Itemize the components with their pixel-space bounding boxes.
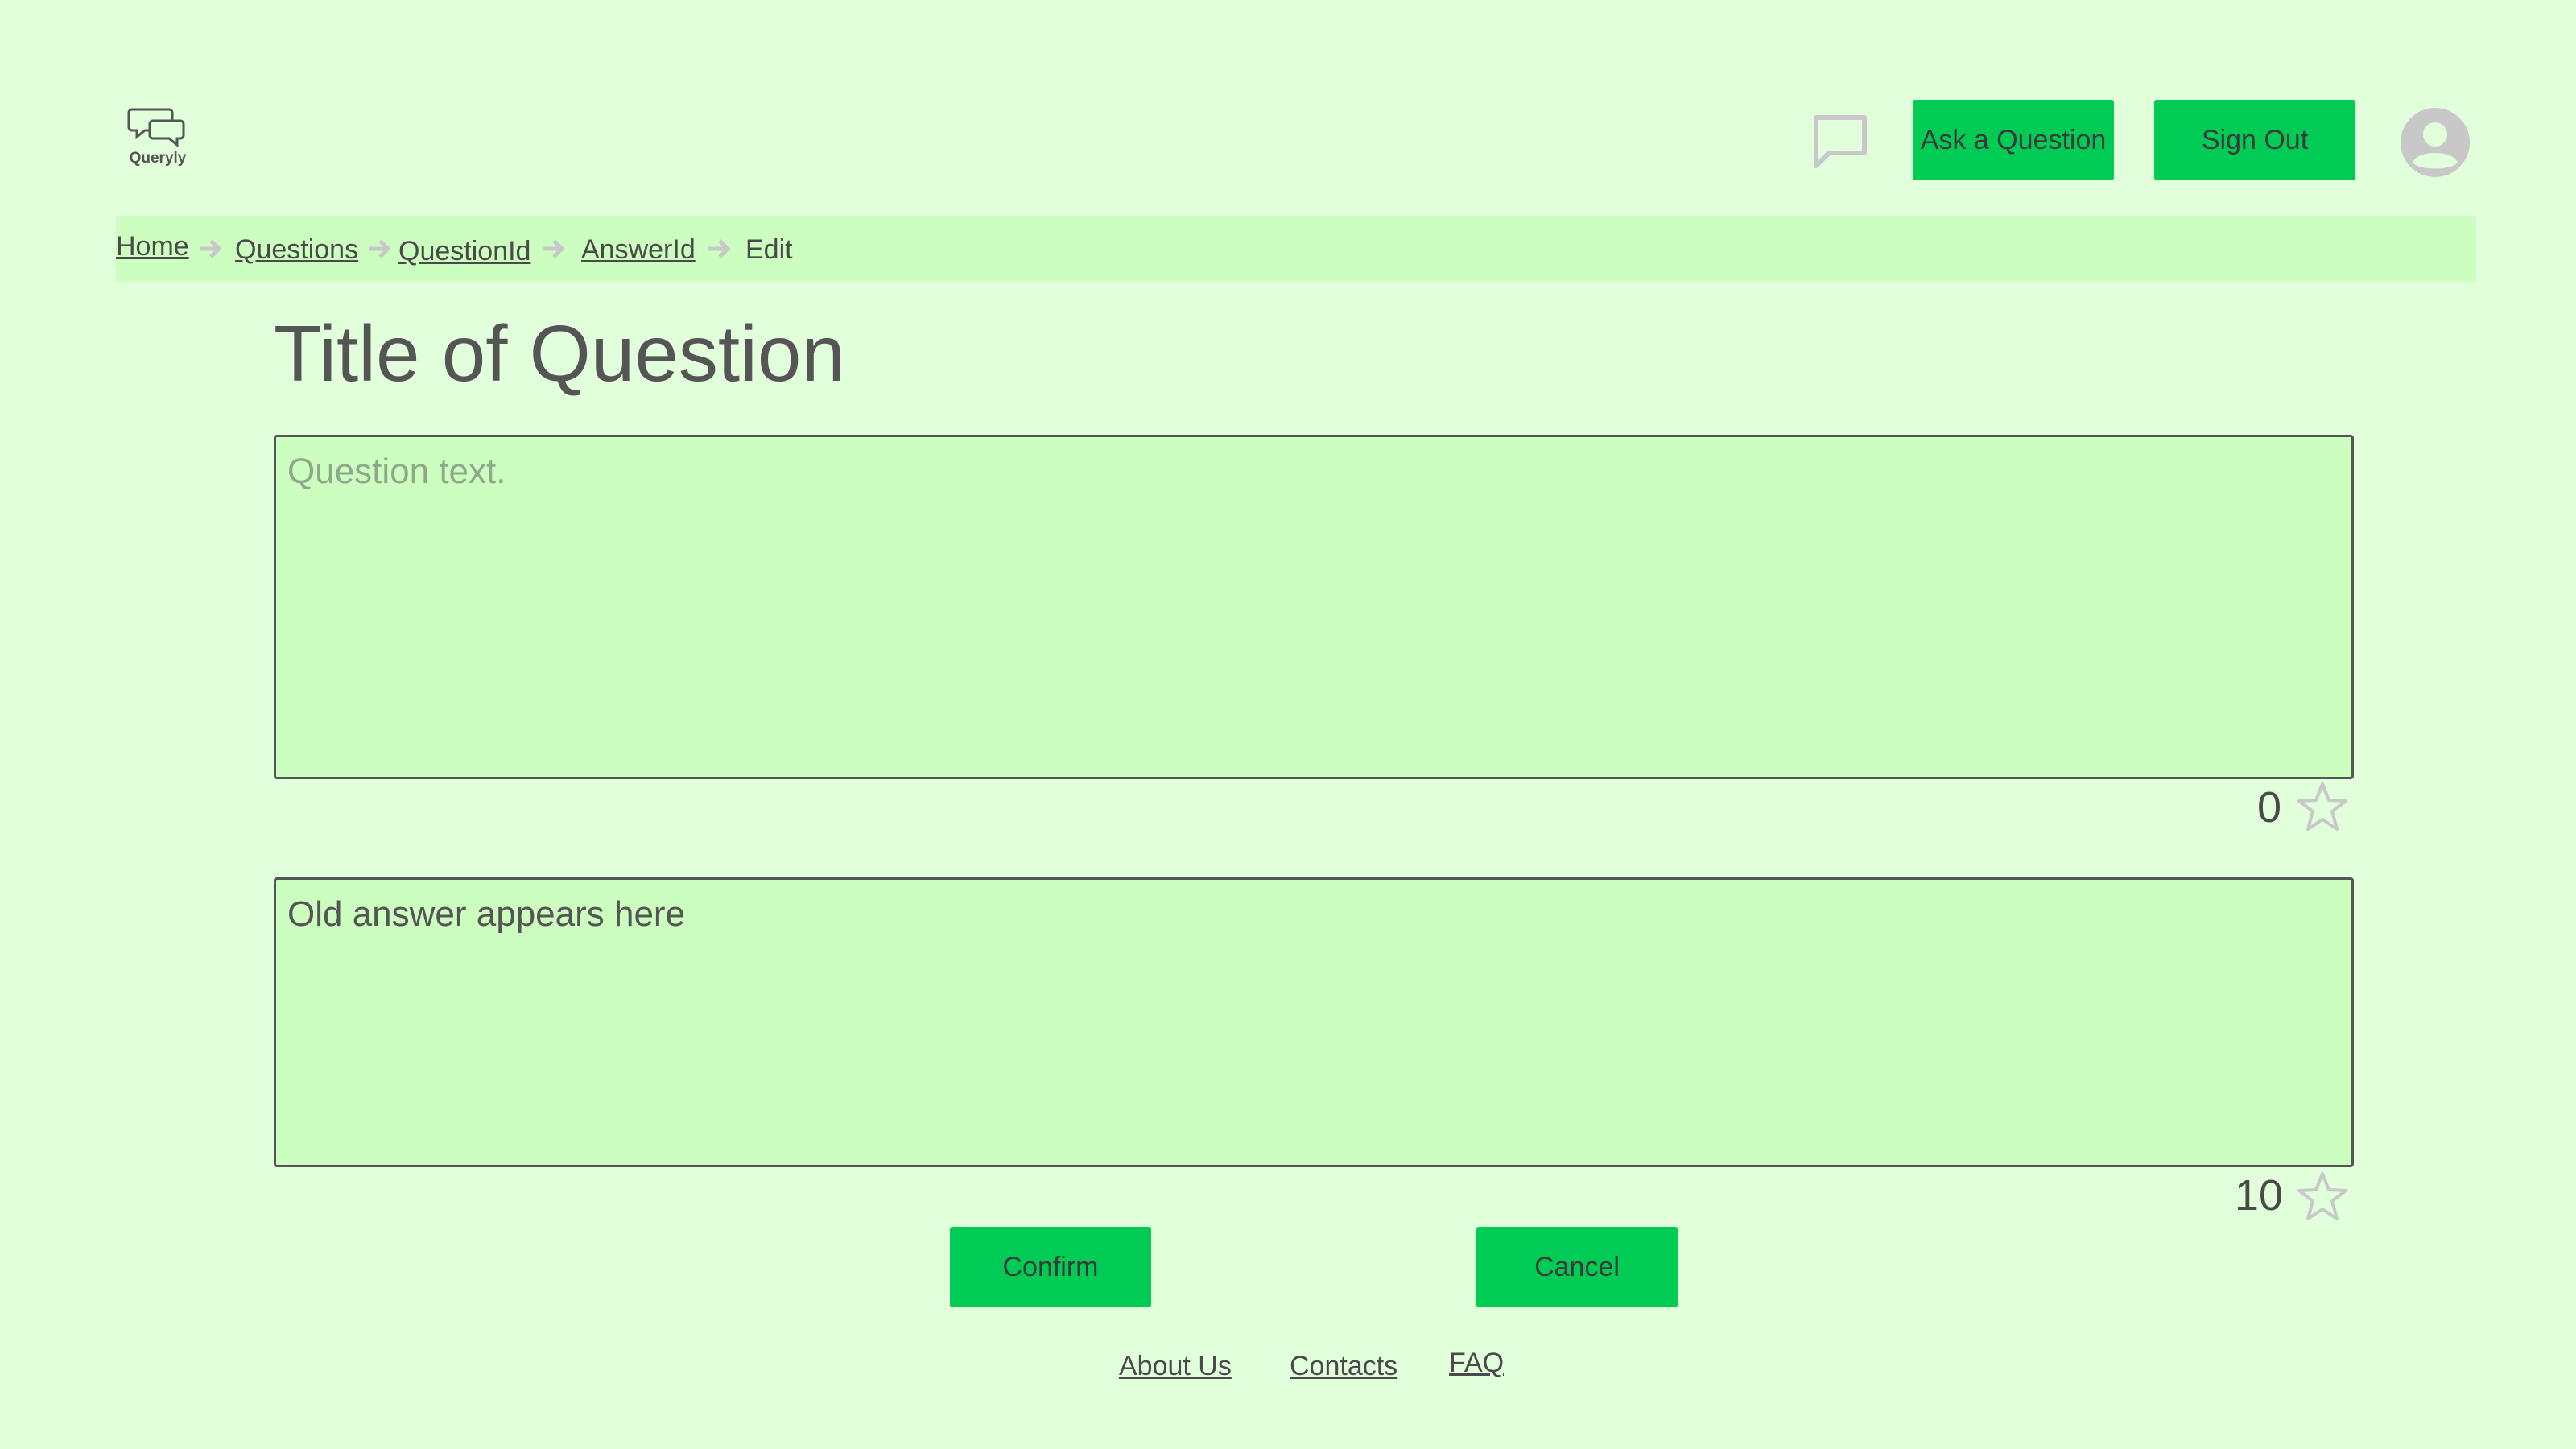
star-icon[interactable]: [2296, 781, 2349, 834]
question-title: Title of Question: [274, 309, 845, 398]
question-score: 0: [2256, 783, 2281, 832]
breadcrumb-question-id[interactable]: QuestionId: [398, 236, 530, 267]
sign-out-button[interactable]: Sign Out: [2154, 100, 2355, 180]
breadcrumb-answer-id[interactable]: AnswerId: [581, 234, 696, 266]
speech-bubbles-icon: [127, 108, 185, 148]
arrow-right-icon: [708, 239, 731, 258]
cancel-button[interactable]: Cancel: [1476, 1227, 1678, 1307]
ask-question-button[interactable]: Ask a Question: [1913, 100, 2114, 180]
logo-text: Queryly: [129, 150, 187, 167]
arrow-right-icon: [200, 239, 222, 258]
breadcrumb: Home Questions QuestionId AnswerId Edit: [116, 216, 2476, 282]
chat-icon[interactable]: [1811, 113, 1869, 171]
footer-faq-link[interactable]: FAQ: [1449, 1348, 1504, 1379]
arrow-right-icon: [543, 239, 565, 258]
queryly-logo[interactable]: Queryly: [126, 105, 190, 169]
footer-about-us-link[interactable]: About Us: [1119, 1351, 1232, 1382]
breadcrumb-home[interactable]: Home: [116, 231, 189, 262]
avatar-icon[interactable]: [2401, 108, 2470, 177]
confirm-button[interactable]: Confirm: [950, 1227, 1151, 1307]
question-text-field[interactable]: [274, 435, 2354, 779]
answer-text-field[interactable]: [274, 877, 2354, 1167]
arrow-right-icon: [369, 239, 391, 258]
footer-contacts-link[interactable]: Contacts: [1290, 1351, 1397, 1382]
star-icon[interactable]: [2296, 1170, 2349, 1224]
answer-score: 10: [2234, 1171, 2283, 1220]
breadcrumb-questions[interactable]: Questions: [235, 234, 358, 266]
breadcrumb-edit: Edit: [745, 234, 793, 265]
